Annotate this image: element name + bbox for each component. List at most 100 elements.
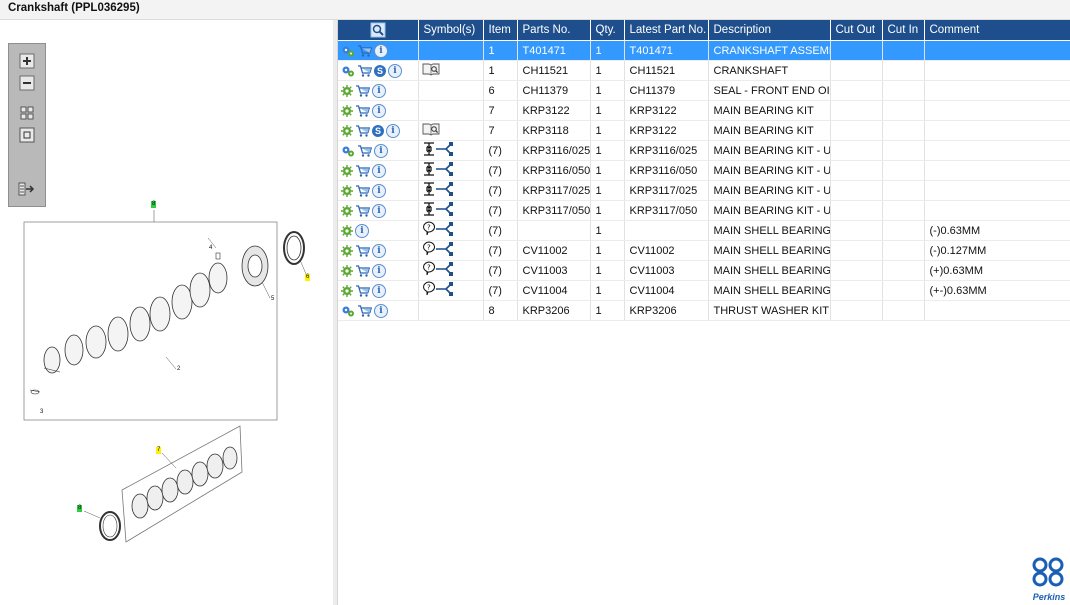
symbol-cell[interactable] xyxy=(418,120,484,141)
shopping-cart-icon[interactable] xyxy=(355,104,370,117)
gear-icon[interactable] xyxy=(341,284,353,297)
cut-in-cell[interactable] xyxy=(882,60,925,81)
description-cell[interactable]: MAIN SHELL BEARING xyxy=(708,280,831,301)
shopping-cart-icon[interactable] xyxy=(355,264,370,277)
comment-cell[interactable] xyxy=(924,140,1070,161)
info-icon[interactable]: i xyxy=(372,183,386,198)
part-no-cell[interactable]: KRP3206 xyxy=(517,300,591,321)
item-cell[interactable]: (7) xyxy=(483,220,518,241)
table-row[interactable]: i (7) KRP3117/050 1 KRP3117/050 MAIN BEARING … xyxy=(338,200,1070,221)
gear-icon[interactable] xyxy=(341,184,353,197)
icons-cell[interactable]: i xyxy=(338,40,419,61)
alternative-parts-icon[interactable] xyxy=(422,201,456,217)
description-cell[interactable]: THRUST WASHER KIT xyxy=(708,300,831,321)
part-no-cell[interactable]: KRP3116/025 xyxy=(517,140,591,161)
info-icon[interactable]: i xyxy=(355,223,369,238)
symbol-cell[interactable]: ? xyxy=(418,280,484,301)
balloon-link-icon[interactable]: ? xyxy=(422,261,456,277)
icons-cell[interactable]: i xyxy=(338,220,419,241)
qty-cell[interactable]: 1 xyxy=(590,300,625,321)
item-cell[interactable]: (7) xyxy=(483,280,518,301)
symbol-cell[interactable] xyxy=(418,180,484,201)
gears-icon[interactable] xyxy=(341,305,355,317)
item-cell[interactable]: (7) xyxy=(483,160,518,181)
part-no-cell[interactable]: KRP3118 xyxy=(517,120,591,141)
item-cell[interactable]: (7) xyxy=(483,260,518,281)
part-no-cell[interactable]: CV11004 xyxy=(517,280,591,301)
latest-part-no-cell[interactable]: T401471 xyxy=(624,40,709,61)
description-cell[interactable]: CRANKSHAFT xyxy=(708,60,831,81)
alternative-parts-icon[interactable] xyxy=(422,141,456,157)
book-search-icon[interactable] xyxy=(422,122,440,136)
column-header-item[interactable]: Item xyxy=(483,20,518,41)
gear-icon[interactable] xyxy=(341,204,353,217)
callout-8-bottom[interactable]: 8 xyxy=(77,505,83,512)
description-cell[interactable]: MAIN SHELL BEARING xyxy=(708,260,831,281)
comment-cell[interactable] xyxy=(924,60,1070,81)
part-no-cell[interactable]: KRP3117/050 xyxy=(517,200,591,221)
item-cell[interactable]: (7) xyxy=(483,180,518,201)
latest-part-no-cell[interactable]: KRP3122 xyxy=(624,100,709,121)
cut-out-cell[interactable] xyxy=(830,240,883,261)
item-cell[interactable]: 6 xyxy=(483,80,518,101)
latest-part-no-cell[interactable]: KRP3206 xyxy=(624,300,709,321)
symbol-cell[interactable] xyxy=(418,200,484,221)
icons-cell[interactable]: i xyxy=(338,180,419,201)
icons-cell[interactable]: i xyxy=(338,100,419,121)
latest-part-no-cell[interactable]: CV11002 xyxy=(624,240,709,261)
qty-cell[interactable]: 1 xyxy=(590,120,625,141)
item-cell[interactable]: (7) xyxy=(483,140,518,161)
table-row[interactable]: i? (7) CV11004 1 CV11004 MAIN SHELL BEARING (+… xyxy=(338,280,1070,301)
table-row[interactable]: i 8 KRP3206 1 KRP3206 THRUST WASHER KIT xyxy=(338,300,1070,321)
column-header-cut-in[interactable]: Cut In xyxy=(882,20,925,41)
cut-out-cell[interactable] xyxy=(830,260,883,281)
gears-icon[interactable] xyxy=(341,65,355,77)
part-no-cell[interactable] xyxy=(517,220,591,241)
info-icon[interactable]: i xyxy=(372,283,386,298)
cut-in-cell[interactable] xyxy=(882,140,925,161)
cut-out-cell[interactable] xyxy=(830,60,883,81)
cut-out-cell[interactable] xyxy=(830,140,883,161)
latest-part-no-cell[interactable]: KRP3116/025 xyxy=(624,140,709,161)
latest-part-no-cell[interactable]: KRP3122 xyxy=(624,120,709,141)
callout-3[interactable]: 3 xyxy=(39,409,44,416)
item-cell[interactable]: (7) xyxy=(483,200,518,221)
latest-part-no-cell[interactable]: KRP3117/025 xyxy=(624,180,709,201)
book-search-icon[interactable] xyxy=(422,62,440,76)
icons-cell[interactable]: i xyxy=(338,280,419,301)
table-row[interactable]: i? (7) CV11003 1 CV11003 MAIN SHELL BEARING (+… xyxy=(338,260,1070,281)
symbol-cell[interactable] xyxy=(418,80,484,101)
table-row[interactable]: Si 7 KRP3118 1 KRP3122 MAIN BEARING KIT xyxy=(338,120,1070,141)
description-cell[interactable]: MAIN SHELL BEARING xyxy=(708,240,831,261)
part-no-cell[interactable]: KRP3122 xyxy=(517,100,591,121)
description-cell[interactable]: MAIN BEARING KIT - U/S xyxy=(708,200,831,221)
gear-icon[interactable] xyxy=(341,104,353,117)
latest-part-no-cell[interactable]: KRP3117/050 xyxy=(624,200,709,221)
cut-out-cell[interactable] xyxy=(830,160,883,181)
description-cell[interactable]: MAIN BEARING KIT - U/S xyxy=(708,180,831,201)
callout-5[interactable]: 5 xyxy=(270,296,275,303)
crankshaft-illustration[interactable] xyxy=(0,20,333,605)
icons-cell[interactable]: Si xyxy=(338,60,419,81)
icons-cell[interactable]: i xyxy=(338,80,419,101)
shopping-cart-icon[interactable] xyxy=(355,124,370,137)
cut-out-cell[interactable] xyxy=(830,100,883,121)
comment-cell[interactable] xyxy=(924,180,1070,201)
cut-in-cell[interactable] xyxy=(882,280,925,301)
description-cell[interactable]: MAIN SHELL BEARING xyxy=(708,220,831,241)
symbol-cell[interactable]: ? xyxy=(418,220,484,241)
info-icon[interactable]: i xyxy=(374,303,388,318)
cut-out-cell[interactable] xyxy=(830,280,883,301)
callout-2[interactable]: 2 xyxy=(176,366,181,373)
symbol-cell[interactable] xyxy=(418,140,484,161)
item-cell[interactable]: (7) xyxy=(483,240,518,261)
shopping-cart-icon[interactable] xyxy=(355,184,370,197)
description-cell[interactable]: MAIN BEARING KIT xyxy=(708,100,831,121)
table-row[interactable]: i1T4014711T401471CRANKSHAFT ASSEMBLY xyxy=(338,40,1070,61)
table-row[interactable]: i 7 KRP3122 1 KRP3122 MAIN BEARING KIT xyxy=(338,100,1070,121)
gear-icon[interactable] xyxy=(341,264,353,277)
column-header-comment[interactable]: Comment xyxy=(924,20,1070,41)
cut-out-cell[interactable] xyxy=(830,40,883,61)
table-row[interactable]: i? (7) CV11002 1 CV11002 MAIN SHELL BEARING (-… xyxy=(338,240,1070,261)
item-cell[interactable]: 8 xyxy=(483,300,518,321)
